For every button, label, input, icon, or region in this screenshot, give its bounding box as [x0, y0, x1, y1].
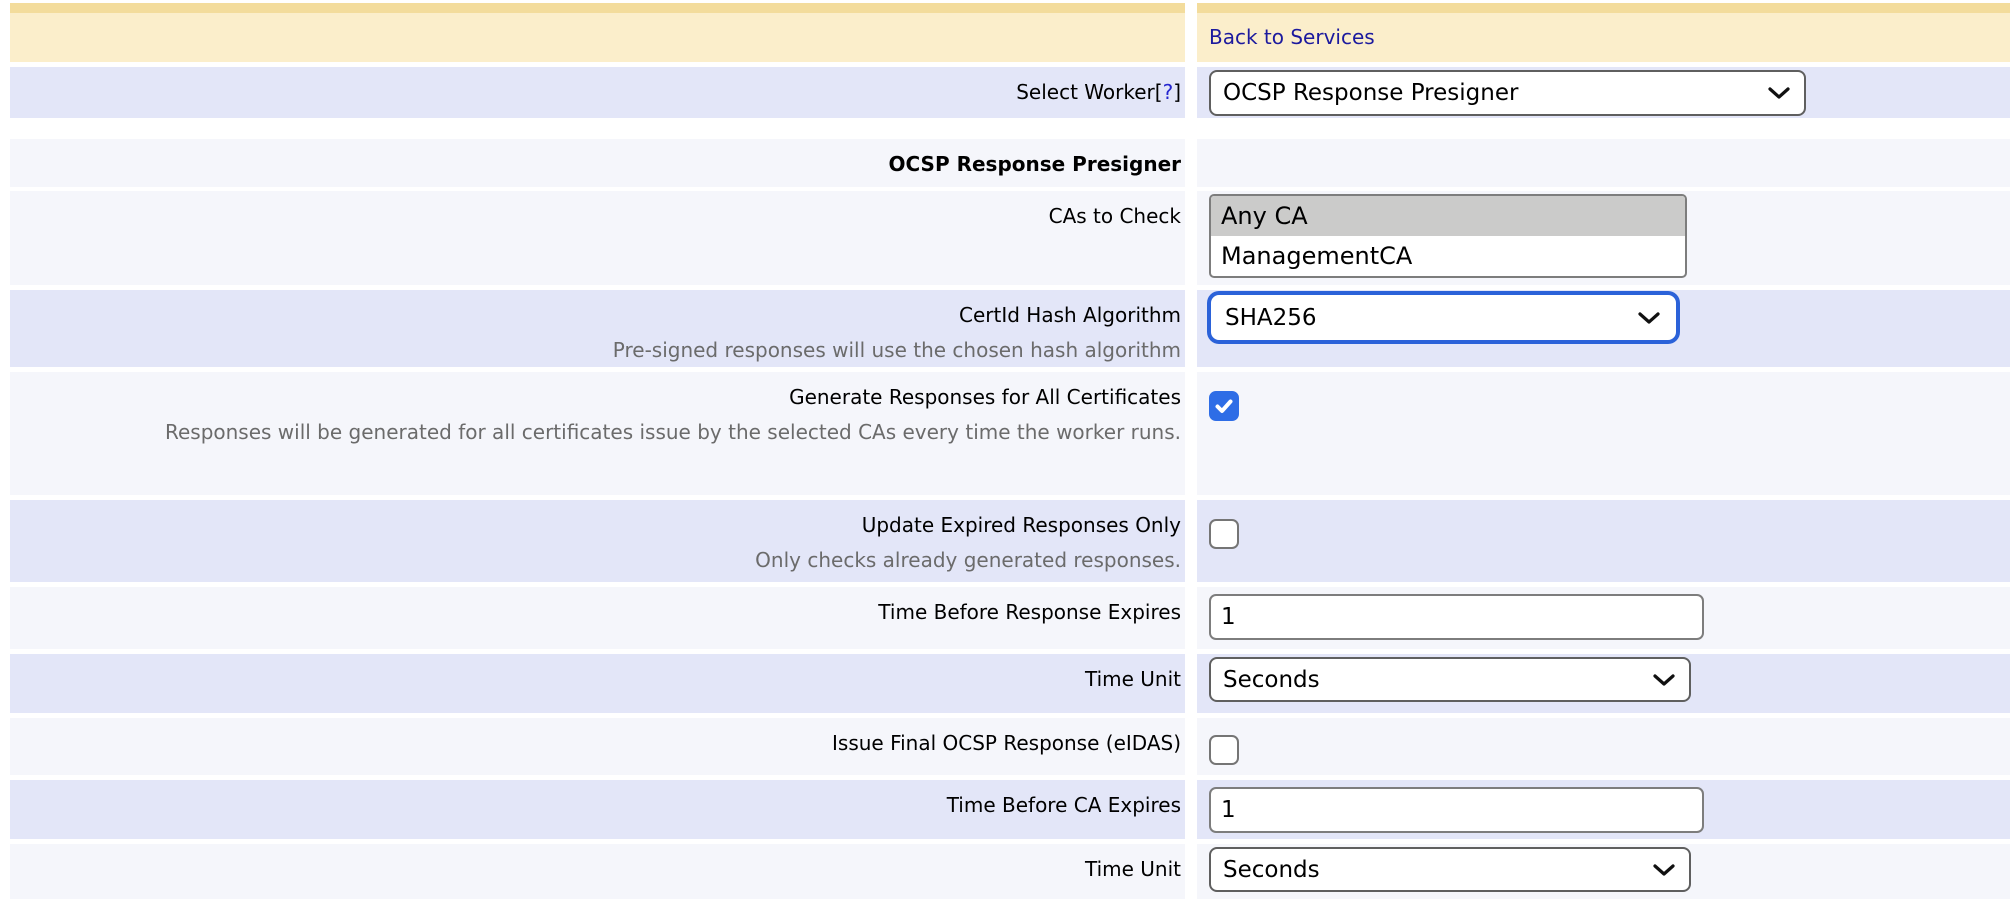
update-expired-subtitle: Only checks already generated responses.: [12, 543, 1181, 578]
certid-hash-row: CertId Hash Algorithm Pre-signed respons…: [10, 290, 2010, 367]
time-unit-response-label: Time Unit: [10, 654, 1185, 713]
listbox-option-managementca[interactable]: ManagementCA: [1211, 236, 1685, 276]
time-before-response-row: Time Before Response Expires: [10, 587, 2010, 649]
hash-algorithm-select[interactable]: SHA256: [1211, 295, 1676, 340]
eidas-checkbox[interactable]: [1209, 735, 1239, 765]
time-unit-ca-value: Seconds: [1223, 857, 1320, 883]
eidas-label: Issue Final OCSP Response (eIDAS): [10, 718, 1185, 775]
time-before-ca-input[interactable]: [1209, 787, 1704, 833]
select-worker-label-text: Select Worker: [1016, 80, 1155, 104]
update-expired-row: Update Expired Responses Only Only check…: [10, 500, 2010, 582]
chevron-down-icon: [1653, 674, 1675, 686]
help-bracket-close: ]: [1173, 80, 1181, 104]
worker-title-right-cell: [1197, 139, 2010, 187]
update-expired-checkbox[interactable]: [1209, 519, 1239, 549]
time-unit-ca-select[interactable]: Seconds: [1209, 847, 1691, 892]
hash-algorithm-select-value: SHA256: [1225, 305, 1317, 331]
select-worker-row: Select Worker[?] OCSP Response Presigner: [10, 67, 2010, 118]
generate-all-label: Generate Responses for All Certificates: [12, 380, 1181, 415]
time-unit-response-value: Seconds: [1223, 667, 1320, 693]
back-link-row: Back to Services: [10, 13, 2010, 62]
help-bracket-open: [: [1155, 80, 1163, 104]
time-before-ca-label: Time Before CA Expires: [10, 780, 1185, 839]
worker-select-value: OCSP Response Presigner: [1223, 80, 1518, 106]
back-to-services-link[interactable]: Back to Services: [1209, 20, 1375, 55]
table-header-strip: [10, 3, 2010, 13]
listbox-option-any-ca[interactable]: Any CA: [1211, 196, 1685, 236]
worker-title-row: OCSP Response Presigner: [10, 139, 2010, 187]
certid-hash-label: CertId Hash Algorithm: [12, 298, 1181, 333]
certid-hash-subtitle: Pre-signed responses will use the chosen…: [12, 333, 1181, 368]
time-before-response-input[interactable]: [1209, 594, 1704, 640]
time-before-ca-row: Time Before CA Expires: [10, 780, 2010, 839]
chevron-down-icon: [1653, 864, 1675, 876]
check-icon: [1213, 395, 1235, 417]
cas-listbox[interactable]: Any CA ManagementCA: [1209, 194, 1687, 278]
worker-title: OCSP Response Presigner: [10, 139, 1185, 187]
ocsp-presigner-worker-page: Back to Services Select Worker[?] OCSP R…: [10, 0, 2010, 899]
cas-to-check-row: CAs to Check Any CA ManagementCA: [10, 191, 2010, 285]
header-strip-left-cell: [10, 3, 1185, 13]
update-expired-label: Update Expired Responses Only: [12, 508, 1181, 543]
generate-all-row: Generate Responses for All Certificates …: [10, 372, 2010, 495]
back-link-row-spacer: [10, 13, 1185, 62]
time-before-response-label: Time Before Response Expires: [10, 587, 1185, 649]
time-unit-ca-label: Time Unit: [10, 844, 1185, 899]
chevron-down-icon: [1768, 87, 1790, 99]
chevron-down-icon: [1638, 312, 1660, 324]
header-strip-right-cell: [1197, 3, 2010, 13]
select-worker-label: Select Worker[?]: [10, 67, 1185, 118]
time-unit-response-select[interactable]: Seconds: [1209, 657, 1691, 702]
generate-all-checkbox[interactable]: [1209, 391, 1239, 421]
generate-all-subtitle: Responses will be generated for all cert…: [12, 415, 1181, 450]
time-unit-ca-row: Time Unit Seconds: [10, 844, 2010, 899]
worker-select[interactable]: OCSP Response Presigner: [1209, 70, 1806, 116]
time-unit-response-row: Time Unit Seconds: [10, 654, 2010, 713]
help-link[interactable]: ?: [1163, 80, 1174, 104]
cas-to-check-label: CAs to Check: [10, 191, 1185, 285]
eidas-row: Issue Final OCSP Response (eIDAS): [10, 718, 2010, 775]
